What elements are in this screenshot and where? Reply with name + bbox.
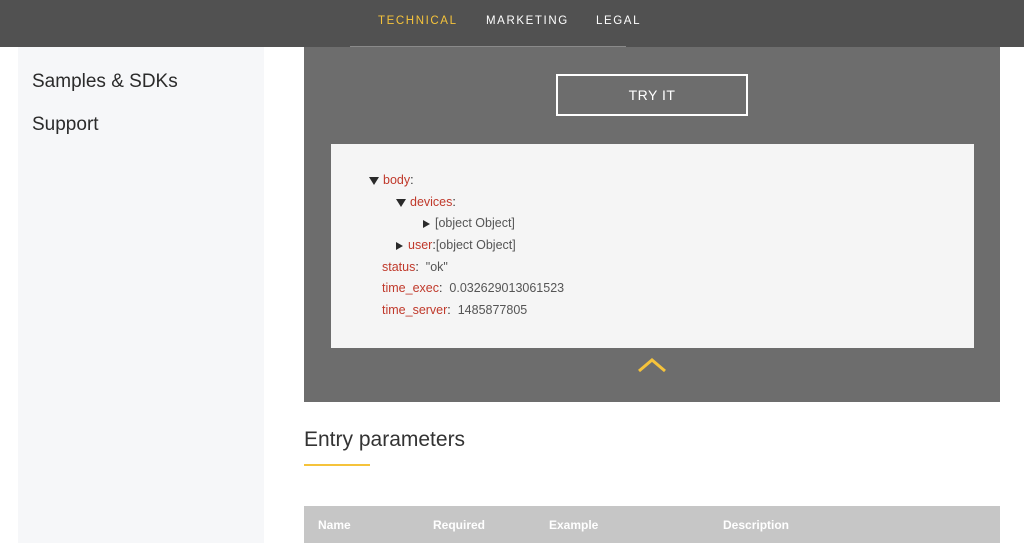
column-header-name: Name [318,518,351,532]
colon: : [447,303,458,317]
json-key-devices: devices [410,195,453,209]
response-viewer: body: devices: [object Object] user:[obj… [331,144,974,348]
expand-triangle-icon[interactable] [396,241,403,250]
entry-parameters-title: Entry parameters [304,428,466,451]
tab-marketing[interactable]: MARKETING [486,15,569,27]
json-value-time-exec: 0.032629013061523 [449,281,565,295]
json-key-time-server: time_server [382,303,448,317]
collapse-triangle-icon[interactable] [369,176,379,185]
api-console: TRY IT body: devices: [object Object] us… [304,47,1000,402]
tab-legal[interactable]: LEGAL [596,15,641,27]
colon: : [452,195,456,209]
colon: : [438,281,450,295]
json-key-body: body [383,173,411,187]
json-node-user[interactable]: user:[object Object] [396,238,516,252]
column-header-description: Description [723,518,790,532]
json-value-devices: [object Object] [435,216,515,230]
json-value-status: "ok" [425,260,448,274]
tab-technical[interactable]: TECHNICAL [378,15,458,27]
top-nav-tabs: TECHNICAL MARKETING LEGAL [350,0,639,47]
column-header-required: Required [433,518,486,532]
json-key-user: user [408,238,433,252]
sidebar: Samples & SDKs Support [18,47,264,543]
column-header-example: Example [549,518,599,532]
json-key-status: status [382,260,416,274]
try-it-button[interactable]: TRY IT [556,74,748,116]
json-node-devices-object[interactable]: [object Object] [423,216,515,230]
json-key-time-exec: time_exec [382,281,439,295]
colon: : [410,173,414,187]
json-value-user: [object Object] [435,238,516,252]
sidebar-item-support[interactable]: Support [32,114,99,136]
json-node-body[interactable]: body: [369,173,414,187]
json-node-time-exec: time_exec: 0.032629013061523 [382,281,564,295]
expand-triangle-icon[interactable] [423,219,430,228]
title-underline [304,464,370,466]
colon: : [415,260,426,274]
parameters-table-header: Name Required Example Description [304,506,1000,543]
top-navigation-bar: TECHNICAL MARKETING LEGAL [0,0,1024,47]
collapse-triangle-icon[interactable] [396,198,406,207]
json-node-devices[interactable]: devices: [396,195,456,209]
chevron-up-icon[interactable] [637,355,667,375]
json-node-status: status: "ok" [382,260,448,274]
sidebar-item-samples-sdks[interactable]: Samples & SDKs [32,71,178,93]
json-value-time-server: 1485877805 [457,303,528,317]
json-node-time-server: time_server: 1485877805 [382,303,527,317]
